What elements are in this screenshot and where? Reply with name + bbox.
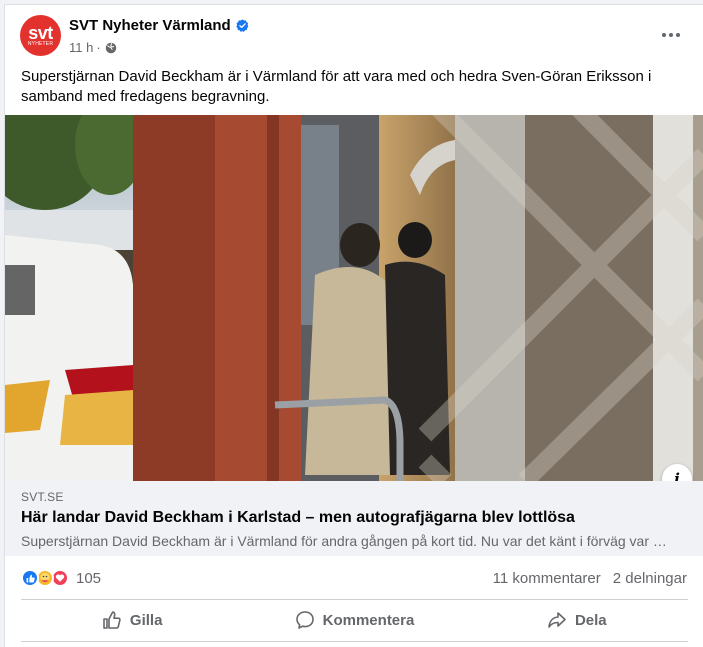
post-time[interactable]: 11 h [69, 40, 93, 55]
link-description: Superstjärnan David Beckham är i Värmlan… [21, 533, 671, 549]
comment-label: Kommentera [322, 611, 415, 629]
link-title: Här landar David Beckham i Karlstad – me… [21, 509, 575, 526]
reactions-summary[interactable]: 105 [21, 569, 101, 587]
post-stats: 105 11 kommentarer 2 delningar [5, 565, 703, 593]
counts-gap [601, 570, 613, 587]
globe-icon [105, 42, 116, 53]
post-card: svt NYHETER SVT Nyheter Värmland 11 h · … [4, 4, 703, 647]
like-icon [21, 569, 39, 587]
like-label: Gilla [129, 611, 163, 629]
post-meta: 11 h · [69, 40, 117, 55]
more-dot-icon [662, 33, 666, 37]
page-name-link[interactable]: SVT Nyheter Värmland [69, 17, 249, 34]
reaction-count: 105 [76, 569, 102, 587]
post-actions: Gilla Kommentera Dela [21, 602, 688, 638]
more-options-button[interactable] [657, 23, 685, 47]
divider [21, 641, 688, 642]
engagement-counts: 11 kommentarer 2 delningar [493, 570, 687, 587]
like-button[interactable]: Gilla [21, 602, 243, 638]
comments-count[interactable]: 11 kommentarer [493, 570, 601, 587]
share-icon [548, 612, 566, 628]
post-text: Superstjärnan David Beckham är i Värmlan… [21, 68, 652, 105]
post-header: svt NYHETER SVT Nyheter Värmland 11 h · [5, 5, 703, 65]
share-button[interactable]: Dela [466, 602, 688, 638]
verified-badge-icon [236, 19, 249, 32]
more-dot-icon [669, 33, 673, 37]
avatar-logo-subtext: NYHETER [27, 40, 54, 47]
avatar-logo-text: svt [28, 22, 53, 43]
divider [21, 599, 688, 600]
link-domain: SVT.SE [21, 490, 64, 504]
link-preview[interactable]: SVT.SE Här landar David Beckham i Karlst… [5, 481, 703, 556]
post-photo[interactable]: i [5, 115, 703, 481]
meta-separator: · [96, 40, 101, 55]
page-name: SVT Nyheter Värmland [69, 17, 231, 34]
avatar[interactable]: svt NYHETER [20, 15, 61, 56]
thumbs-up-icon [103, 611, 121, 629]
photo-illustration [5, 115, 703, 481]
share-label: Dela [574, 611, 607, 629]
comment-button[interactable]: Kommentera [243, 602, 465, 638]
more-dot-icon [676, 33, 680, 37]
comment-icon [295, 611, 314, 629]
shares-count[interactable]: 2 delningar [613, 570, 687, 587]
